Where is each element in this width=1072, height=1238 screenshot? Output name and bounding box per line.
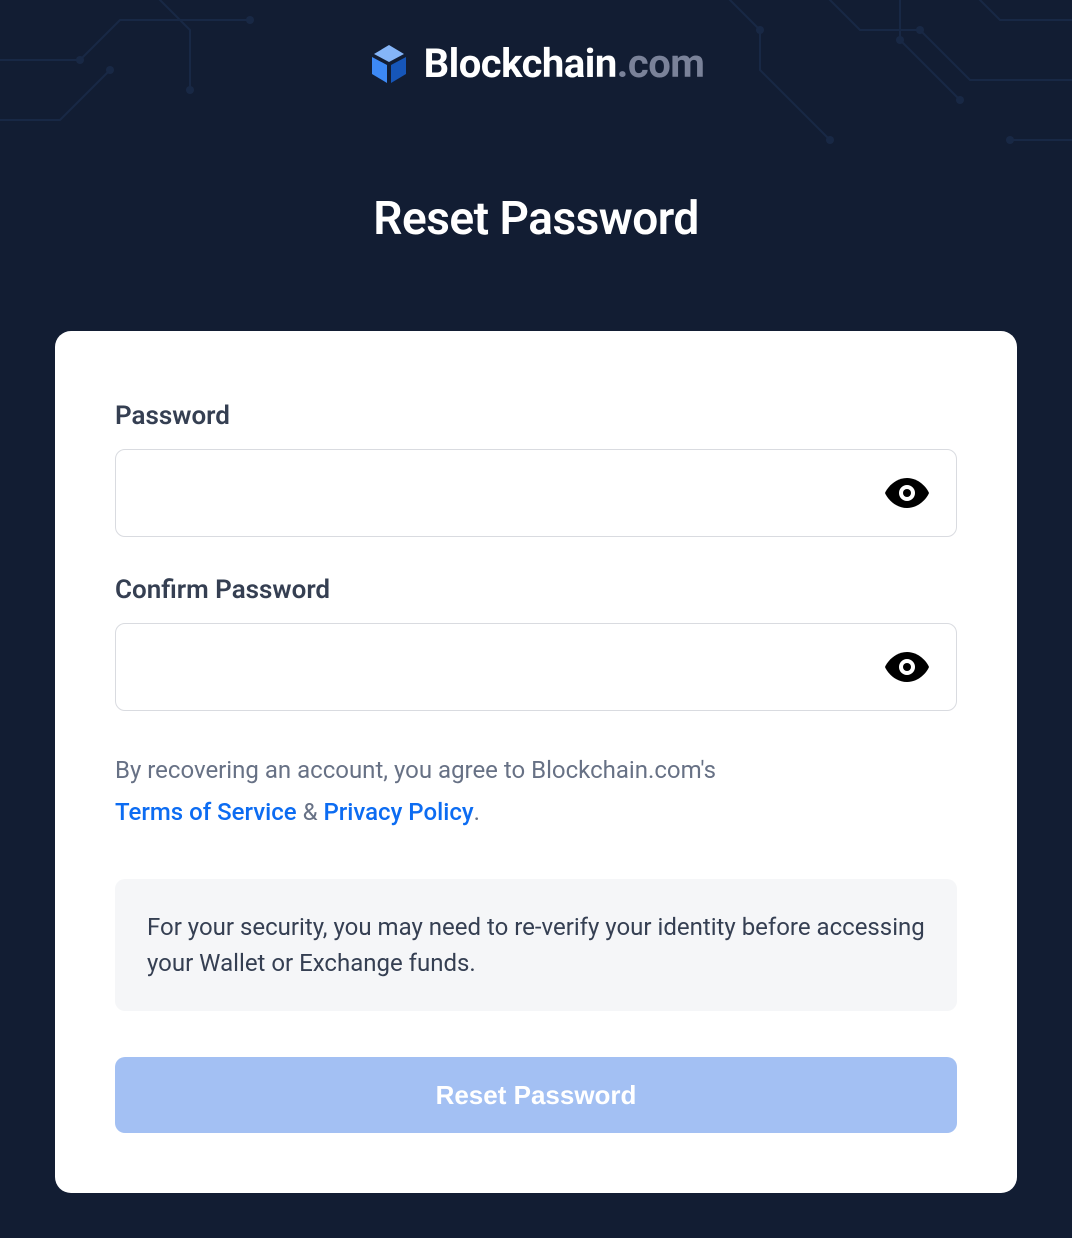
legal-amp: & bbox=[297, 798, 324, 826]
confirm-password-field-group: Confirm Password bbox=[115, 575, 957, 711]
blockchain-logo-icon bbox=[368, 43, 410, 85]
legal-suffix: . bbox=[474, 798, 480, 826]
toggle-confirm-visibility-button[interactable] bbox=[879, 646, 935, 688]
brand-logo: Blockchain.com bbox=[368, 40, 705, 87]
privacy-policy-link[interactable]: Privacy Policy bbox=[323, 798, 473, 826]
eye-icon bbox=[885, 478, 929, 508]
toggle-password-visibility-button[interactable] bbox=[879, 472, 935, 514]
page-title: Reset Password bbox=[373, 192, 699, 246]
eye-icon bbox=[885, 652, 929, 682]
legal-prefix: By recovering an account, you agree to B… bbox=[115, 756, 716, 784]
confirm-password-input[interactable] bbox=[115, 623, 957, 711]
reset-card: Password Confirm Password bbox=[55, 331, 1017, 1193]
terms-of-service-link[interactable]: Terms of Service bbox=[115, 798, 297, 826]
legal-disclaimer: By recovering an account, you agree to B… bbox=[115, 749, 957, 833]
password-field-group: Password bbox=[115, 401, 957, 537]
brand-main: Blockchain bbox=[424, 40, 617, 87]
reset-password-button[interactable]: Reset Password bbox=[115, 1057, 957, 1133]
password-input[interactable] bbox=[115, 449, 957, 537]
brand-text: Blockchain.com bbox=[424, 40, 705, 87]
brand-domain: .com bbox=[617, 40, 705, 87]
security-info-box: For your security, you may need to re-ve… bbox=[115, 879, 957, 1011]
confirm-password-label: Confirm Password bbox=[115, 575, 957, 605]
password-label: Password bbox=[115, 401, 957, 431]
